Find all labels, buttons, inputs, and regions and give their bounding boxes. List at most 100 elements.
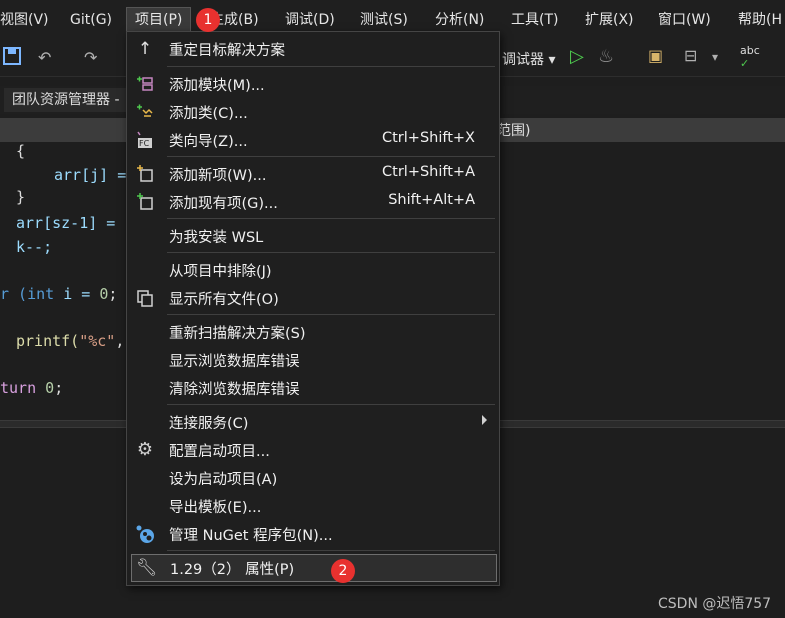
code-token: ; <box>108 285 118 303</box>
menu-item-label: 1.29（2） 属性(P) <box>170 562 295 578</box>
menu-item-label: 为我安装 WSL <box>169 230 264 246</box>
menu-item-rescan-solution[interactable]: 重新扫描解决方案(S) <box>127 319 499 345</box>
menu-item-label: 从项目中排除(J) <box>169 264 272 280</box>
menu-item-label: 管理 NuGet 程序包(N)... <box>169 528 333 544</box>
menu-item-label: 设为启动项目(A) <box>169 472 278 488</box>
add-class-icon <box>135 102 155 122</box>
menu-debug[interactable]: 调试(D) <box>285 8 335 32</box>
code-line: { <box>16 142 26 160</box>
undo-icon[interactable]: ↶ <box>38 48 51 67</box>
menu-item-manage-nuget[interactable]: 管理 NuGet 程序包(N)... <box>127 521 499 547</box>
menu-test[interactable]: 测试(S) <box>360 8 408 32</box>
code-token: int <box>27 285 55 303</box>
menu-item-show-browse-db-errors[interactable]: 显示浏览数据库错误 <box>127 347 499 373</box>
code-token: 0 <box>45 379 55 397</box>
menu-item-show-all-files[interactable]: 显示所有文件(O) <box>127 285 499 311</box>
menu-item-retarget-solution[interactable]: ↑ 重定目标解决方案 <box>127 36 499 62</box>
svg-text:FC: FC <box>139 139 150 148</box>
menu-item-add-module[interactable]: 添加模块(M)... <box>127 71 499 97</box>
code-line: printf("%c", <box>16 332 124 350</box>
code-line: arr[j] = <box>54 166 127 184</box>
menu-separator <box>167 66 495 67</box>
menu-separator <box>167 218 495 219</box>
menu-item-add-existing-item[interactable]: 添加现有项(G)... Shift+Alt+A <box>127 189 499 215</box>
team-explorer-tab[interactable]: 团队资源管理器 - <box>4 88 128 112</box>
window-layout-icon[interactable]: ⊟ <box>684 46 697 65</box>
menu-separator <box>167 404 495 405</box>
show-all-files-icon <box>135 288 155 308</box>
menu-window[interactable]: 窗口(W) <box>658 8 711 32</box>
menu-item-exclude-from-project[interactable]: 从项目中排除(J) <box>127 257 499 283</box>
code-token: "%c" <box>79 332 116 350</box>
code-line: k--; <box>16 238 53 256</box>
menu-item-connected-services[interactable]: 连接服务(C) <box>127 409 499 435</box>
menu-item-label: 连接服务(C) <box>169 416 249 432</box>
submenu-arrow-icon <box>482 415 487 425</box>
menu-view[interactable]: 视图(V) <box>0 8 49 32</box>
menu-item-clear-browse-db-errors[interactable]: 清除浏览数据库错误 <box>127 375 499 401</box>
class-wizard-icon: FC <box>135 130 155 150</box>
menu-tools[interactable]: 工具(T) <box>511 8 558 32</box>
save-icon[interactable] <box>2 46 22 70</box>
code-line: turn 0; <box>0 379 63 397</box>
wrench-icon: 🔧︎ <box>136 558 158 578</box>
menu-item-properties[interactable]: 🔧︎ 1.29（2） 属性(P) <box>131 554 497 582</box>
menu-item-class-wizard[interactable]: FC 类向导(Z)... Ctrl+Shift+X <box>127 127 499 153</box>
menu-item-add-class[interactable]: 添加类(C)... <box>127 99 499 125</box>
watermark: CSDN @迟悟757 <box>658 596 772 612</box>
menu-item-configure-startup[interactable]: ⚙ 配置启动项目... <box>127 437 499 463</box>
code-token: i = <box>54 285 100 303</box>
menu-item-label: 导出模板(E)... <box>169 500 262 516</box>
menu-item-export-template[interactable]: 导出模板(E)... <box>127 493 499 519</box>
menu-item-install-wsl[interactable]: 为我安装 WSL <box>127 223 499 249</box>
annotation-badge-2: 2 <box>331 559 355 583</box>
gear-icon: ⚙ <box>136 439 154 460</box>
code-line: } <box>16 188 26 206</box>
menu-item-label: 清除浏览数据库错误 <box>169 382 300 398</box>
code-token: r ( <box>0 285 28 303</box>
menu-separator <box>167 314 495 315</box>
menu-item-label: 重定目标解决方案 <box>169 43 285 59</box>
scope-dropdown[interactable]: 范围) <box>497 120 530 140</box>
menu-item-label: 类向导(Z)... <box>169 134 248 150</box>
dropdown-icon[interactable]: ▾ <box>712 50 718 64</box>
folder-search-icon[interactable]: ▣ <box>648 46 663 65</box>
menu-item-label: 添加模块(M)... <box>169 78 265 94</box>
start-icon[interactable]: ▷ <box>570 46 584 67</box>
code-token: ; <box>54 379 64 397</box>
menu-item-label: 添加类(C)... <box>169 106 248 122</box>
menu-item-shortcut: Ctrl+Shift+A <box>382 164 475 180</box>
nuget-icon <box>135 524 155 544</box>
menu-item-set-as-startup[interactable]: 设为启动项目(A) <box>127 465 499 491</box>
menu-analyze[interactable]: 分析(N) <box>435 8 484 32</box>
debugger-dropdown[interactable]: 调试器 ▾ <box>502 49 555 69</box>
menu-git[interactable]: Git(G) <box>70 8 112 32</box>
menu-item-label: 显示浏览数据库错误 <box>169 354 300 370</box>
menu-item-shortcut: Shift+Alt+A <box>388 192 475 208</box>
annotation-badge-1: 1 <box>196 8 220 32</box>
code-token: , <box>115 332 125 350</box>
menu-item-add-new-item[interactable]: 添加新项(W)... Ctrl+Shift+A <box>127 161 499 187</box>
menu-item-label: 添加新项(W)... <box>169 168 267 184</box>
code-token: printf( <box>16 332 80 350</box>
menu-help[interactable]: 帮助(H <box>738 8 782 32</box>
up-arrow-icon: ↑ <box>137 39 153 59</box>
menu-extensions[interactable]: 扩展(X) <box>585 8 634 32</box>
code-token: turn <box>0 379 46 397</box>
menu-item-label: 添加现有项(G)... <box>169 196 278 212</box>
menu-item-label: 重新扫描解决方案(S) <box>169 326 306 342</box>
project-menu-dropdown: ↑ 重定目标解决方案 添加模块(M)... 添加类(C)... FC 类向导(Z… <box>126 31 500 586</box>
code-line: arr[sz-1] = <box>16 214 116 232</box>
menu-project[interactable]: 项目(P) <box>126 7 192 33</box>
menu-separator <box>167 156 495 157</box>
add-new-item-icon <box>135 164 155 184</box>
menu-item-shortcut: Ctrl+Shift+X <box>382 130 475 146</box>
menu-item-label: 配置启动项目... <box>169 444 270 460</box>
menu-separator <box>167 252 495 253</box>
spellcheck-icon[interactable]: abc ✓ <box>740 44 760 70</box>
hot-reload-icon[interactable]: ♨ <box>598 46 614 67</box>
menu-separator <box>167 550 495 551</box>
code-line: r (int i = 0; <box>0 285 117 303</box>
redo-icon[interactable]: ↷ <box>84 48 97 67</box>
add-module-icon <box>135 74 155 94</box>
